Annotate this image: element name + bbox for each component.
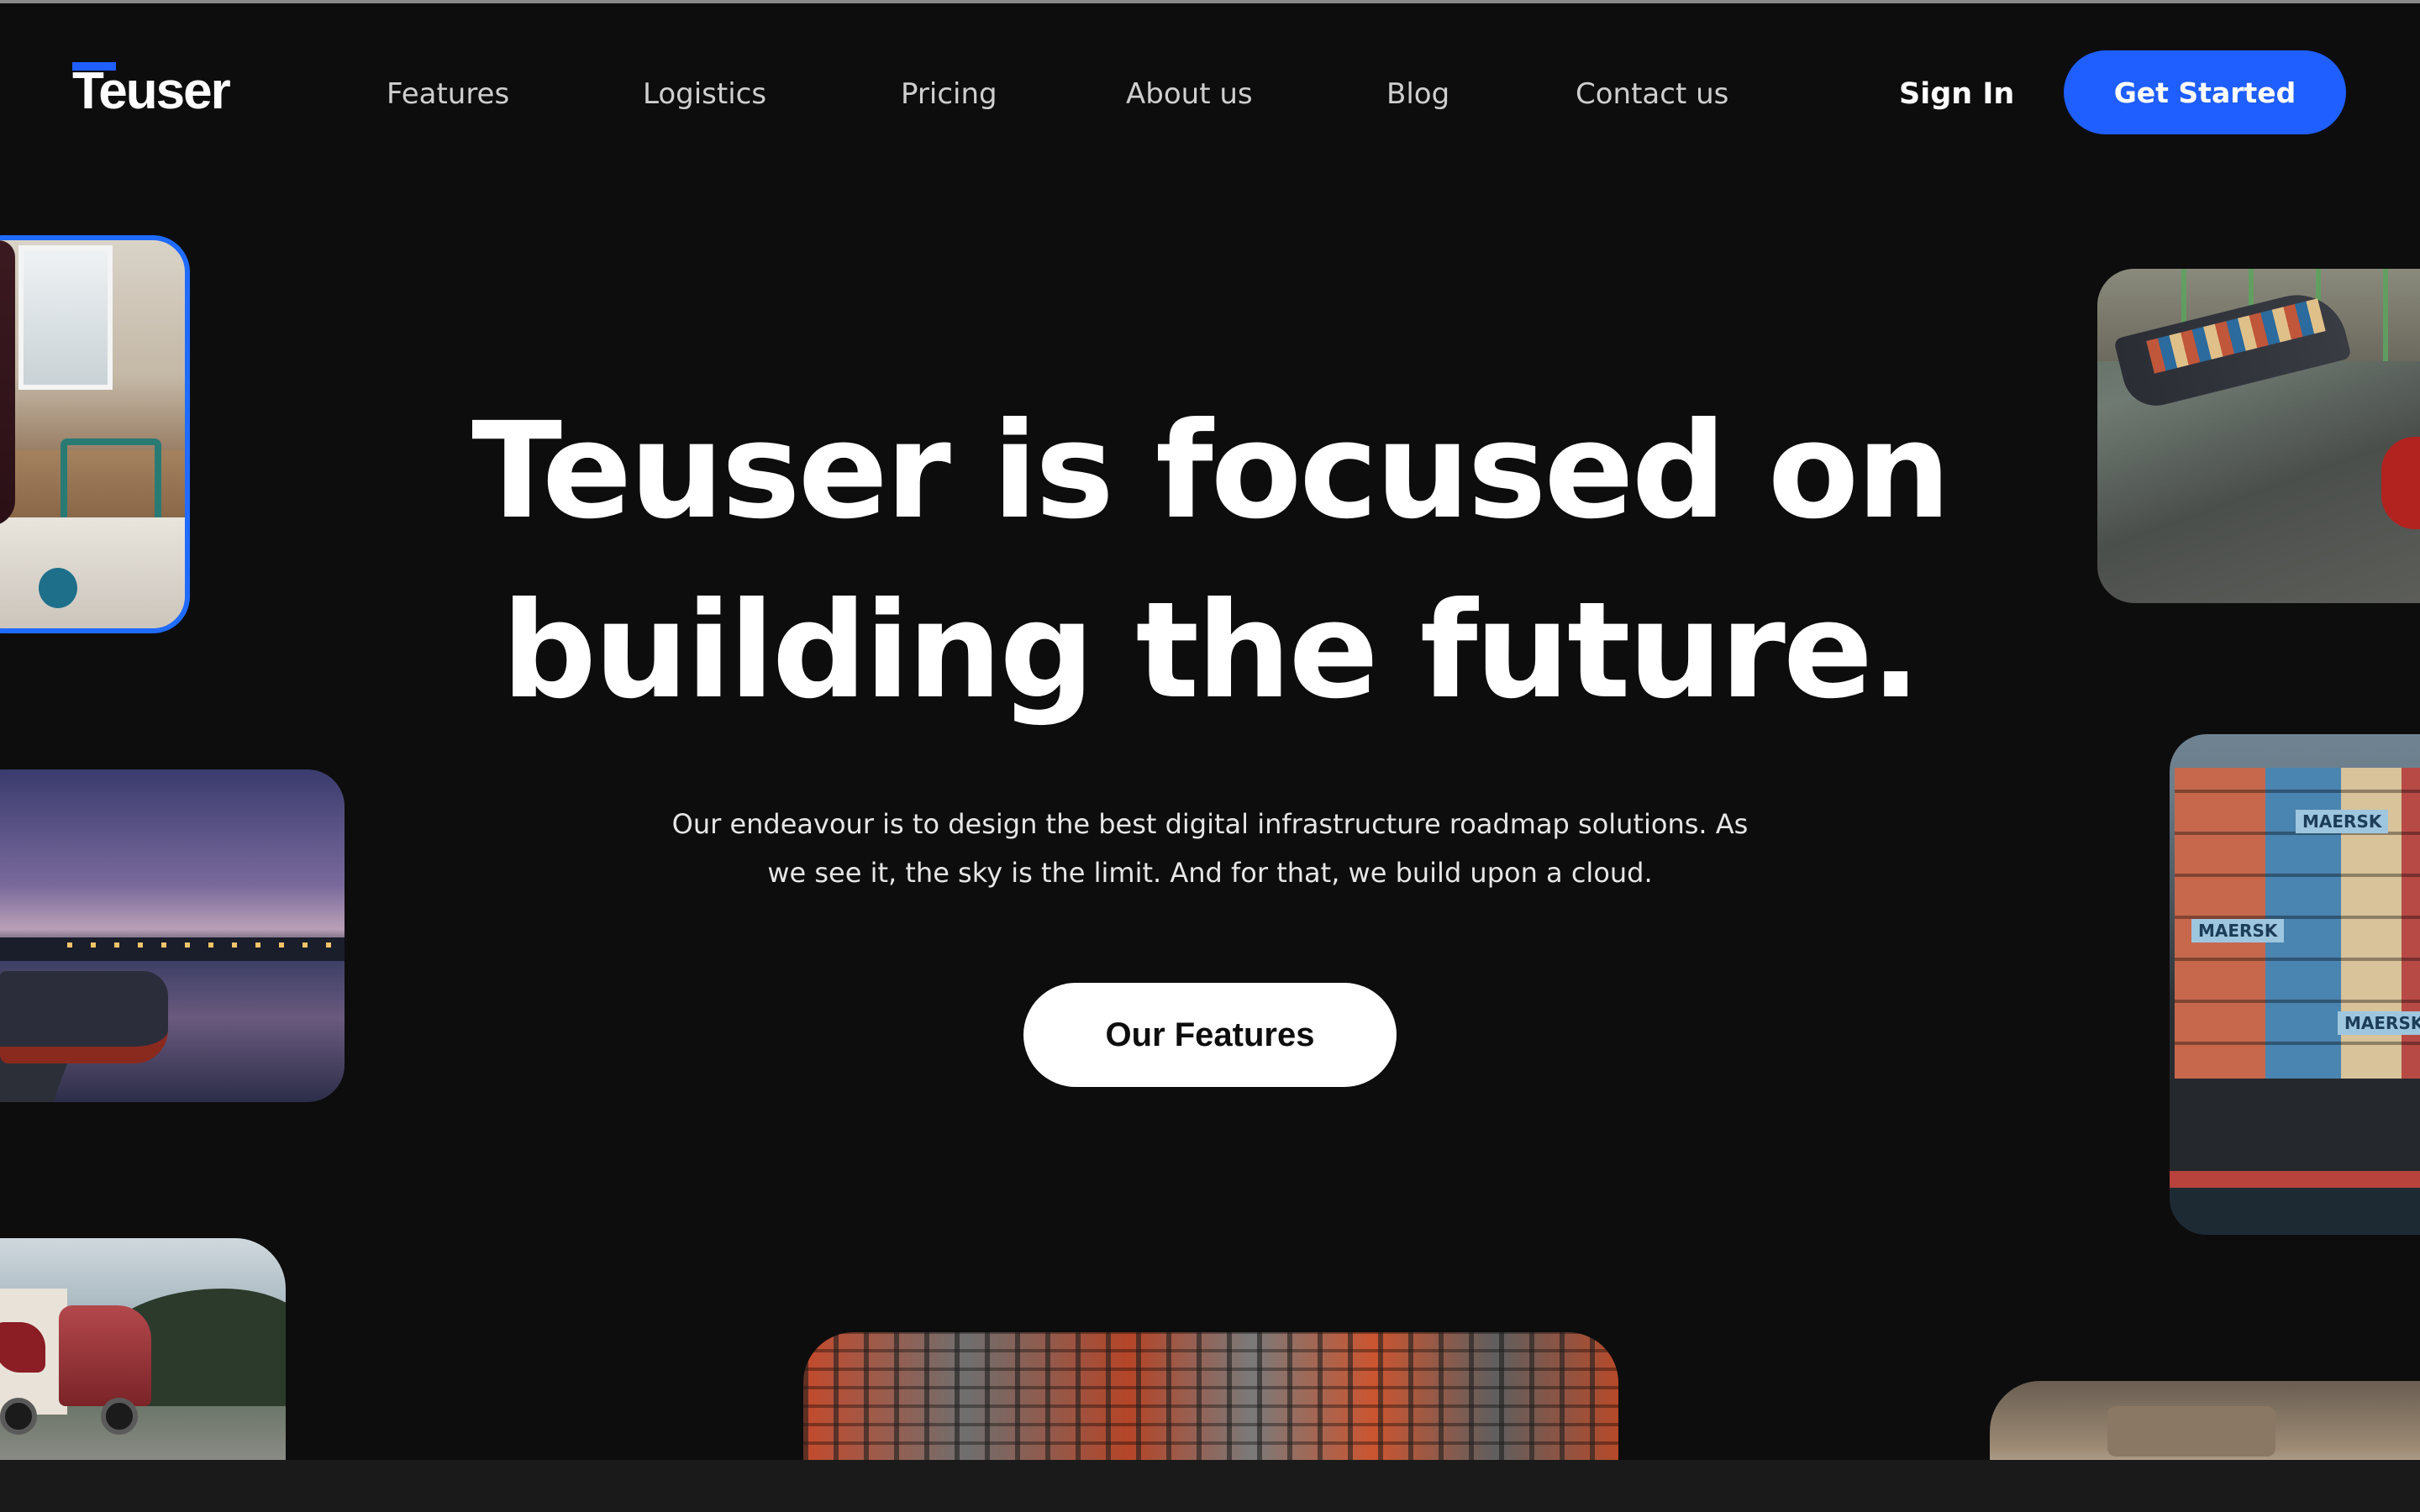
photo-container-port [2097,269,2420,603]
photo-harbor-dusk [0,769,345,1102]
hero-subtitle-line-1: Our endeavour is to design the best digi… [671,808,1749,840]
photo-person [0,240,15,526]
nav-item-blog[interactable]: Blog [1386,74,1449,114]
photo-desk [1990,1381,2420,1460]
sign-in-link[interactable]: Sign In [1899,74,2014,114]
our-features-button[interactable]: Our Features [1023,983,1397,1087]
photo-truck [0,1238,286,1460]
container-label: MAERSK [2338,1011,2420,1035]
photo-container-ship: MAERSK MAERSK MAERSK [2170,734,2420,1235]
hero-subtitle-line-2: we see it, the sky is the limit. And for… [767,857,1653,889]
hero-subtitle: Our endeavour is to design the best digi… [622,800,1798,897]
photo-workspace [0,235,190,633]
page-bottom-strip [0,1460,2420,1512]
get-started-button[interactable]: Get Started [2064,50,2346,134]
container-label: MAERSK [2191,919,2285,942]
hero-title-line-2: building the future. [501,574,1921,728]
photo-truck-cab [59,1305,151,1406]
photo-sea [2170,1188,2420,1235]
nav-item-logistics[interactable]: Logistics [643,74,766,114]
nav-item-pricing[interactable]: Pricing [901,74,997,114]
hero-title: Teuser is focused on building the future… [370,381,2050,741]
nav-item-features[interactable]: Features [387,74,509,114]
container-label: MAERSK [2296,810,2389,833]
photo-shore [0,937,345,963]
photo-hull [2170,1079,2420,1179]
photo-wheel [0,1398,37,1435]
photo-container-yard [803,1332,1618,1460]
landing-page: Teuser Features Logistics Pricing About … [0,3,2420,1460]
logo-wordmark: Teuser [72,62,231,120]
photo-tugboat [0,971,168,1063]
photo-tug [2381,437,2420,529]
nav-item-about-us[interactable]: About us [1126,74,1253,114]
nav-item-contact-us[interactable]: Contact us [1576,74,1728,114]
photo-city-lights [67,942,345,948]
photo-cloth [0,517,185,628]
photo-window [18,245,113,390]
photo-trailer-logo [0,1322,45,1373]
photo-wheel [101,1398,138,1435]
hero-title-line-1: Teuser is focused on [471,394,1951,549]
photo-desk-object [2107,1406,2275,1457]
photo-waterline [2170,1171,2420,1188]
photo-cup [39,568,77,608]
